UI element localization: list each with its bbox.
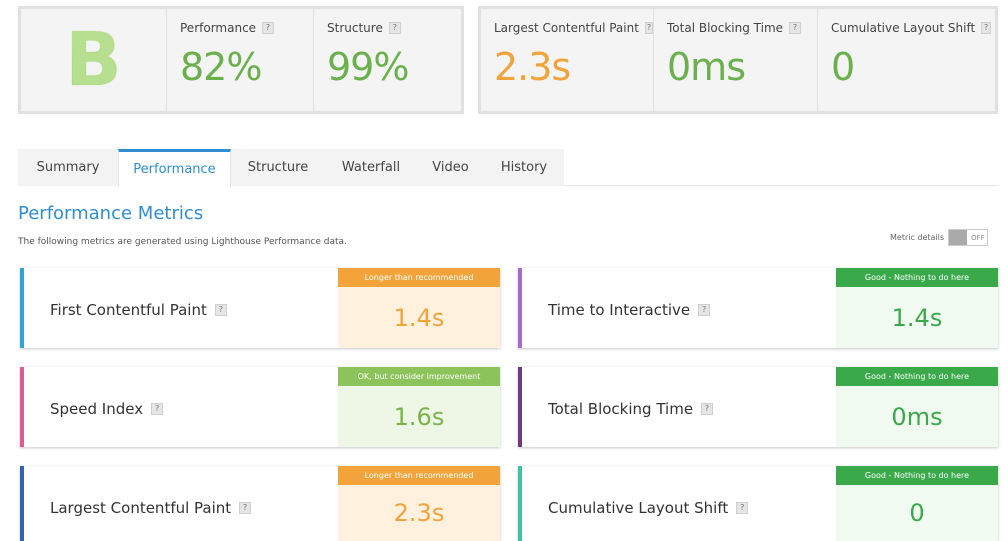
- metric-value: 1.4s: [836, 287, 998, 348]
- section-description: The following metrics are generated usin…: [18, 237, 347, 247]
- vital-lcp-value: 2.3s: [494, 45, 571, 89]
- metric-status: Longer than recommended 1.4s: [338, 268, 500, 348]
- performance-score: Performance ? 82%: [167, 9, 314, 111]
- status-label: Longer than recommended: [338, 268, 500, 287]
- metric-status: Good - Nothing to do here 0: [836, 466, 998, 541]
- structure-score-value: 99%: [327, 45, 409, 89]
- section-title: Performance Metrics: [18, 203, 204, 224]
- metric-value: 0: [836, 485, 998, 541]
- metric-details-label: Metric details: [890, 233, 945, 242]
- metric-card-largest-contentful-paint: Largest Contentful Paint ? Longer than r…: [20, 466, 500, 541]
- summary-scores-panel: B Performance ? 82% Structure ? 99%: [18, 6, 464, 114]
- metric-card-first-contentful-paint: First Contentful Paint ? Longer than rec…: [20, 268, 500, 348]
- vital-lcp: Largest Contentful Paint ? 2.3s: [481, 9, 654, 111]
- status-label: Good - Nothing to do here: [836, 268, 998, 287]
- metric-card-speed-index: Speed Index ? OK, but consider improveme…: [20, 367, 500, 447]
- vital-cls-label: Cumulative Layout Shift: [831, 21, 976, 35]
- performance-score-value: 82%: [180, 45, 262, 89]
- help-icon[interactable]: ?: [262, 22, 275, 34]
- metric-card-cumulative-layout-shift: Cumulative Layout Shift ? Good - Nothing…: [518, 466, 998, 541]
- grade-letter: B: [65, 17, 122, 103]
- metric-status: Good - Nothing to do here 0ms: [836, 367, 998, 447]
- tab-video[interactable]: Video: [417, 149, 484, 186]
- metric-value: 0ms: [836, 386, 998, 447]
- metric-name: Time to Interactive: [548, 301, 691, 319]
- tab-waterfall[interactable]: Waterfall: [325, 149, 417, 186]
- toggle-knob: [949, 230, 968, 245]
- vital-lcp-label: Largest Contentful Paint: [494, 21, 639, 35]
- help-icon[interactable]: ?: [981, 22, 991, 34]
- metric-value: 1.4s: [338, 287, 500, 348]
- metric-name: First Contentful Paint: [50, 301, 207, 319]
- help-icon[interactable]: ?: [736, 502, 749, 514]
- tab-summary[interactable]: Summary: [18, 149, 118, 186]
- tab-performance[interactable]: Performance: [118, 149, 231, 187]
- tab-structure[interactable]: Structure: [231, 149, 325, 186]
- help-icon[interactable]: ?: [388, 22, 401, 34]
- metric-status: Longer than recommended 2.3s: [338, 466, 500, 541]
- help-icon[interactable]: ?: [789, 22, 802, 34]
- performance-score-label: Performance: [180, 21, 257, 35]
- status-label: Longer than recommended: [338, 466, 500, 485]
- grade-badge: B: [21, 9, 167, 111]
- vital-tbt: Total Blocking Time ? 0ms: [654, 9, 818, 111]
- status-label: OK, but consider improvement: [338, 367, 500, 386]
- metric-name: Cumulative Layout Shift: [548, 499, 729, 517]
- status-label: Good - Nothing to do here: [836, 466, 998, 485]
- help-icon[interactable]: ?: [644, 22, 653, 34]
- help-icon[interactable]: ?: [701, 403, 714, 415]
- help-icon[interactable]: ?: [239, 502, 252, 514]
- metric-value: 2.3s: [338, 485, 500, 541]
- vital-tbt-label: Total Blocking Time: [667, 21, 784, 35]
- metric-name: Largest Contentful Paint: [50, 499, 232, 517]
- vital-tbt-value: 0ms: [667, 45, 746, 89]
- metric-status: OK, but consider improvement 1.6s: [338, 367, 500, 447]
- metric-card-total-blocking-time: Total Blocking Time ? Good - Nothing to …: [518, 367, 998, 447]
- tab-history[interactable]: History: [484, 149, 564, 186]
- structure-score-label: Structure: [327, 21, 383, 35]
- help-icon[interactable]: ?: [214, 304, 227, 316]
- metric-card-time-to-interactive: Time to Interactive ? Good - Nothing to …: [518, 268, 998, 348]
- vital-cls: Cumulative Layout Shift ? 0: [818, 9, 991, 111]
- metric-value: 1.6s: [338, 386, 500, 447]
- metric-name: Total Blocking Time: [548, 400, 694, 418]
- structure-score: Structure ? 99%: [314, 9, 461, 111]
- report-tabs: Summary Performance Structure Waterfall …: [18, 149, 998, 187]
- metric-status: Good - Nothing to do here 1.4s: [836, 268, 998, 348]
- help-icon[interactable]: ?: [698, 304, 711, 316]
- web-vitals-panel: Largest Contentful Paint ? 2.3s Total Bl…: [478, 6, 998, 114]
- vital-cls-value: 0: [831, 45, 855, 89]
- metric-details-control: Metric details OFF: [890, 229, 989, 246]
- toggle-state: OFF: [971, 233, 985, 242]
- help-icon[interactable]: ?: [151, 403, 164, 415]
- metric-details-toggle[interactable]: OFF: [948, 229, 989, 246]
- metric-name: Speed Index: [50, 400, 144, 418]
- status-label: Good - Nothing to do here: [836, 367, 998, 386]
